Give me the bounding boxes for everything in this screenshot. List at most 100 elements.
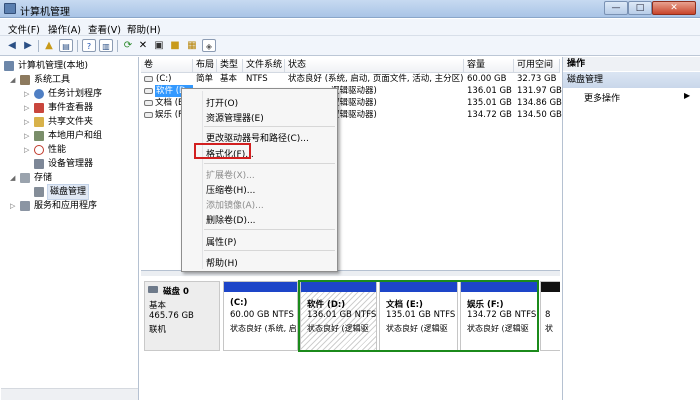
properties-icon[interactable]: ▦ xyxy=(185,39,199,52)
partition-unallocated[interactable]: 8 状 xyxy=(540,281,560,351)
tools-icon xyxy=(20,75,30,85)
navigation-tree: 计算机管理(本地) ◢ 系统工具 ▷ 任务计划程序 ▷ 事件查看器 ▷ 共享文件… xyxy=(0,57,139,400)
column-header-type[interactable]: 类型 xyxy=(217,59,243,72)
expand-arrow-icon[interactable]: ▷ xyxy=(24,101,29,115)
volume-free-space: 134.86 GB xyxy=(517,98,562,108)
show-tree-icon[interactable]: ▤ xyxy=(59,39,73,52)
drive-icon xyxy=(144,88,153,94)
delete-icon[interactable]: ✕ xyxy=(136,39,150,52)
volume-capacity: 135.01 GB xyxy=(467,98,512,108)
disk-name: 磁盘 0 xyxy=(163,287,189,297)
horizontal-scrollbar[interactable] xyxy=(1,388,138,400)
partition-label: 8 xyxy=(545,310,551,320)
more-actions-link[interactable]: 更多操作 xyxy=(584,91,620,104)
tree-item-task-scheduler[interactable]: ▷ 任务计划程序 xyxy=(0,87,139,101)
partition-status: 状 xyxy=(545,324,553,333)
column-header-capacity[interactable]: 容量 xyxy=(464,59,514,72)
menu-view[interactable]: 查看(V) xyxy=(88,22,121,36)
device-manager-icon xyxy=(34,159,44,169)
menu-item-shrink-volume[interactable]: 压缩卷(H)... xyxy=(206,183,255,196)
partition-c[interactable]: (C:) 60.00 GB NTFS 状态良好 (系统, 启动 xyxy=(223,281,298,351)
up-folder-icon[interactable]: ▲ xyxy=(42,39,56,52)
volume-free-space: 32.73 GB xyxy=(517,74,557,84)
tree-item-system-tools[interactable]: ◢ 系统工具 xyxy=(0,73,139,87)
expand-arrow-icon[interactable]: ▷ xyxy=(24,143,29,157)
volume-type: 基本 xyxy=(220,74,238,84)
expand-arrow-icon[interactable]: ▷ xyxy=(10,199,15,213)
drive-icon xyxy=(144,100,153,106)
disk-management-icon xyxy=(34,187,44,197)
volume-name: 娱乐 (F: xyxy=(155,110,181,120)
more-actions-arrow-icon[interactable]: ▶ xyxy=(684,91,690,100)
tree-item-local-users[interactable]: ▷ 本地用户和组 xyxy=(0,129,139,143)
disk-graphical-view: 磁盘 0 基本 465.76 GB 联机 (C:) 60.00 GB NTFS … xyxy=(141,270,560,400)
tree-item-label: 计算机管理(本地) xyxy=(18,61,89,71)
forward-icon[interactable]: ▶ xyxy=(21,39,35,52)
tree-item-disk-management[interactable]: 磁盘管理 xyxy=(0,184,139,200)
disk-size: 465.76 GB xyxy=(149,311,194,321)
menu-item-help[interactable]: 帮助(H) xyxy=(206,256,238,269)
menu-item-properties[interactable]: 属性(P) xyxy=(206,235,236,248)
volume-free-space: 134.50 GB xyxy=(517,110,562,120)
collapse-arrow-icon[interactable]: ◢ xyxy=(10,171,15,185)
volume-status: 状态良好 (系统, 启动, 页面文件, 活动, 主分区) xyxy=(288,74,464,84)
tree-item-storage[interactable]: ◢ 存储 xyxy=(0,171,139,185)
tree-item-performance[interactable]: ▷ 性能 xyxy=(0,143,139,157)
menu-item-delete-volume[interactable]: 删除卷(D)... xyxy=(206,213,256,226)
services-icon xyxy=(20,201,30,211)
back-icon[interactable]: ◀ xyxy=(5,39,19,52)
menu-separator xyxy=(204,250,335,251)
column-header-layout[interactable]: 布局 xyxy=(193,59,217,72)
menu-file[interactable]: 文件(F) xyxy=(8,22,40,36)
help-icon[interactable]: ? xyxy=(82,39,96,52)
disk-info-panel[interactable]: 磁盘 0 基本 465.76 GB 联机 xyxy=(144,281,220,351)
shared-folder-icon xyxy=(34,117,44,127)
partition-size: 60.00 GB NTFS xyxy=(230,310,294,320)
tree-item-event-viewer[interactable]: ▷ 事件查看器 xyxy=(0,101,139,115)
minimize-button[interactable]: — xyxy=(604,1,628,15)
tree-item-label: 共享文件夹 xyxy=(48,117,94,127)
tree-item-services[interactable]: ▷ 服务和应用程序 xyxy=(0,199,139,213)
close-button[interactable]: ✕ xyxy=(652,1,696,15)
window-title: 计算机管理 xyxy=(20,7,70,18)
volume-row[interactable]: (C:) 简单 基本 NTFS 状态良好 (系统, 启动, 页面文件, 活动, … xyxy=(141,73,560,85)
toolbar-separator xyxy=(117,40,118,52)
column-header-free-space[interactable]: 可用空间 xyxy=(514,59,560,72)
tree-item-label: 设备管理器 xyxy=(48,159,94,169)
column-header-status[interactable]: 状态 xyxy=(285,59,464,72)
column-header-filesystem[interactable]: 文件系统 xyxy=(243,59,285,72)
expand-arrow-icon[interactable]: ▷ xyxy=(24,87,29,101)
menu-item-open[interactable]: 打开(O) xyxy=(206,96,238,109)
disk-properties-icon[interactable]: ◈ xyxy=(202,39,216,52)
volume-name: (C:) xyxy=(156,74,172,84)
drive-icon xyxy=(144,76,153,82)
volume-capacity: 134.72 GB xyxy=(467,110,512,120)
actions-section-disk-management[interactable]: 磁盘管理 xyxy=(563,72,700,88)
tree-item-device-manager[interactable]: 设备管理器 xyxy=(0,157,139,171)
column-header-volume[interactable]: 卷 xyxy=(141,59,193,72)
menu-help[interactable]: 帮助(H) xyxy=(127,22,161,36)
expand-arrow-icon[interactable]: ▷ xyxy=(24,115,29,129)
volume-capacity: 136.01 GB xyxy=(467,86,512,96)
collapse-arrow-icon[interactable]: ◢ xyxy=(10,73,15,87)
menu-item-explorer[interactable]: 资源管理器(E) xyxy=(206,111,264,124)
expand-arrow-icon[interactable]: ▷ xyxy=(24,129,29,143)
actions-pane: 操作 磁盘管理 更多操作 ▶ xyxy=(562,57,700,400)
export-icon[interactable]: ▣ xyxy=(152,39,166,52)
tree-item-shared-folders[interactable]: ▷ 共享文件夹 xyxy=(0,115,139,129)
refresh-icon[interactable]: ⟳ xyxy=(121,39,135,52)
show-pane-icon[interactable]: ▥ xyxy=(99,39,113,52)
folder-open-icon[interactable]: ■ xyxy=(168,39,182,52)
format-highlight-box xyxy=(194,143,251,159)
event-log-icon xyxy=(34,103,44,113)
context-menu: 打开(O) 资源管理器(E) 更改驱动器号和路径(C)... 格式化(F)...… xyxy=(181,88,338,272)
menu-action[interactable]: 操作(A) xyxy=(48,22,81,36)
volume-layout: 简单 xyxy=(196,74,214,84)
menu-bar: 文件(F) 操作(A) 查看(V) 帮助(H) xyxy=(0,19,700,36)
toolbar-separator xyxy=(77,40,78,52)
tree-item-root[interactable]: 计算机管理(本地) xyxy=(0,59,139,73)
maximize-button[interactable]: □ xyxy=(628,1,652,15)
tree-item-label: 事件查看器 xyxy=(48,103,94,113)
volume-filesystem: NTFS xyxy=(246,74,268,84)
disk-icon xyxy=(148,286,158,293)
